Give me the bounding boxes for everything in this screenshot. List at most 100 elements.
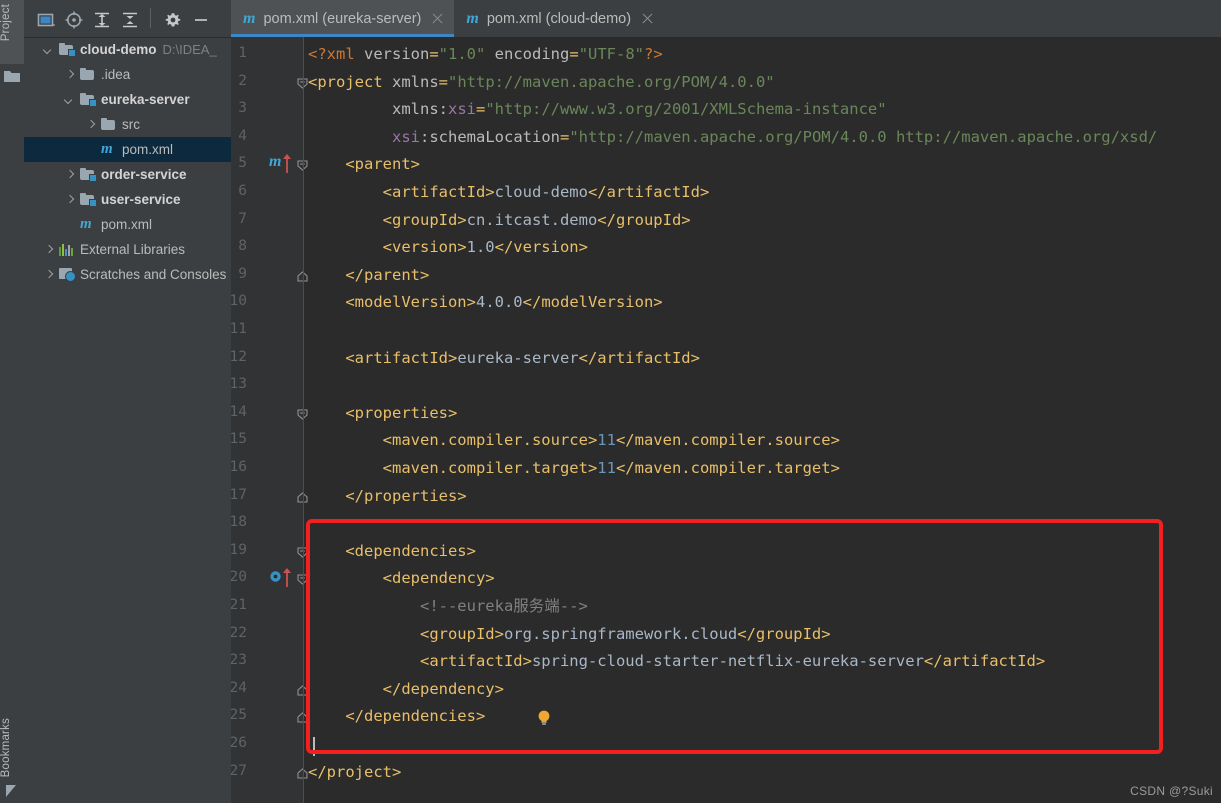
project-tool-window: cloud-demo D:\IDEA_ .idea eureka-server src m… — [24, 0, 231, 803]
code-token: <parent> — [308, 155, 420, 174]
hide-panel-icon[interactable] — [191, 10, 211, 30]
code-line[interactable]: </project> — [308, 763, 401, 781]
code-token: </parent> — [308, 265, 430, 284]
line-number: 5 — [238, 155, 247, 172]
code-line[interactable]: <groupId>cn.itcast.demo</groupId> — [308, 211, 691, 229]
code-line[interactable]: <properties> — [308, 404, 457, 422]
code-line[interactable]: <artifactId>spring-cloud-starter-netflix… — [308, 652, 1045, 670]
tree-item-src[interactable]: src — [24, 112, 231, 137]
editor-tab-2[interactable]: m pom.xml (cloud-demo) — [454, 0, 664, 37]
code-line[interactable]: <artifactId>cloud-demo</artifactId> — [308, 183, 710, 201]
tree-item-pom-xml[interactable]: m pom.xml — [24, 212, 231, 237]
chevron-right-icon[interactable] — [42, 268, 55, 281]
code-token: = — [475, 100, 486, 119]
chevron-right-icon[interactable] — [42, 243, 55, 256]
window-mode-icon[interactable] — [36, 10, 56, 30]
code-token: 11 — [597, 459, 616, 477]
code-viewport[interactable]: 1 2 3 4 5 6 7 8 9 10 11 12 13 14 15 16 17 18 19 20 21 22 23 24 2… — [231, 37, 1221, 803]
close-icon[interactable] — [431, 12, 444, 25]
code-line[interactable]: <version>1.0</version> — [308, 238, 588, 256]
tree-item-cloud-demo[interactable]: cloud-demo D:\IDEA_ — [24, 37, 231, 62]
line-number: 19 — [231, 541, 247, 558]
code-line[interactable]: </dependencies> — [308, 707, 485, 725]
tree-item-order-service[interactable]: order-service — [24, 162, 231, 187]
folder-icon — [79, 67, 96, 82]
code-token: <dependency> — [308, 569, 495, 588]
project-tree[interactable]: cloud-demo D:\IDEA_ .idea eureka-server src m… — [24, 37, 231, 803]
code-token: <artifactId> — [308, 348, 458, 367]
code-line[interactable]: </properties> — [308, 487, 466, 505]
expand-all-icon[interactable] — [92, 10, 112, 30]
code-token: <version> — [308, 238, 467, 257]
code-token: encoding — [485, 45, 570, 63]
code-line[interactable]: <maven.compiler.target>11</maven.compile… — [308, 459, 840, 477]
maven-pom-icon: m — [101, 141, 113, 157]
module-folder-icon — [79, 92, 97, 107]
code-text[interactable]: <?xml version="1.0" encoding="UTF-8"?> <p… — [304, 37, 1221, 803]
code-token: xsi — [392, 127, 420, 146]
tree-item-external-libraries[interactable]: External Libraries — [24, 237, 231, 262]
maven-pom-icon: m — [80, 216, 92, 232]
line-number: 1 — [238, 45, 247, 61]
tree-item-label: External Libraries — [80, 242, 186, 257]
code-line[interactable]: </parent> — [308, 266, 429, 284]
module-folder-icon — [58, 42, 76, 57]
code-token: <maven.compiler.target> — [308, 459, 598, 477]
editor-tab-1[interactable]: m pom.xml (eureka-server) — [231, 0, 455, 37]
code-line[interactable]: <maven.compiler.source>11</maven.compile… — [308, 431, 840, 449]
code-token: <dependencies> — [308, 541, 476, 560]
locate-target-icon[interactable] — [64, 10, 84, 30]
tree-item-idea[interactable]: .idea — [24, 62, 231, 87]
tool-window-tab-bookmarks[interactable]: Bookmarks — [0, 718, 24, 777]
chevron-right-icon[interactable] — [63, 168, 76, 181]
code-line[interactable]: <?xml version="1.0" encoding="UTF-8"?> — [308, 45, 663, 63]
code-token: </modelVersion> — [522, 293, 663, 312]
code-line[interactable]: xmlns:xsi="http://www.w3.org/2001/XMLSch… — [308, 100, 887, 118]
code-line[interactable]: <modelVersion>4.0.0</modelVersion> — [308, 293, 663, 312]
collapse-all-icon[interactable] — [120, 10, 140, 30]
code-token: xsi — [447, 100, 476, 119]
code-token: version — [354, 45, 430, 63]
code-line[interactable]: <artifactId>eureka-server</artifactId> — [308, 349, 700, 367]
chevron-right-icon[interactable] — [63, 68, 76, 81]
code-token: </project> — [308, 762, 402, 781]
code-token: xmlns: — [308, 100, 448, 119]
code-line[interactable]: <groupId>org.springframework.cloud</grou… — [308, 625, 831, 643]
code-token: = — [559, 127, 570, 146]
tool-window-strip: Project Bookmarks — [0, 0, 25, 803]
code-token: </dependencies> — [308, 707, 486, 726]
close-icon[interactable] — [641, 12, 654, 25]
bean-navigate-icon[interactable] — [269, 568, 295, 588]
tree-item-user-service[interactable]: user-service — [24, 187, 231, 212]
line-number: 20 — [231, 569, 247, 586]
code-line[interactable]: <parent> — [308, 155, 420, 173]
code-line[interactable]: <dependency> — [308, 569, 495, 587]
tree-item-scratches-and-consoles[interactable]: Scratches and Consoles — [24, 262, 231, 287]
tool-window-tab-project[interactable]: Project — [0, 4, 24, 41]
code-token: <maven.compiler.source> — [308, 431, 598, 450]
settings-gear-icon[interactable] — [163, 10, 183, 30]
chevron-right-icon[interactable] — [63, 193, 76, 206]
code-line[interactable]: </dependency> — [308, 680, 504, 698]
code-token: </dependency> — [308, 679, 504, 698]
tree-item-eureka-server[interactable]: eureka-server — [24, 87, 231, 112]
line-number: 21 — [231, 597, 247, 613]
tree-item-pom-xml[interactable]: m pom.xml — [24, 137, 231, 162]
code-line[interactable]: <!--eureka服务端--> — [308, 597, 588, 615]
intention-bulb-icon[interactable] — [536, 709, 552, 727]
code-token: <?xml — [308, 45, 355, 63]
chevron-down-icon[interactable] — [42, 43, 55, 56]
chevron-down-icon[interactable] — [63, 93, 76, 106]
maven-reimport-icon[interactable]: m — [269, 153, 295, 174]
code-line[interactable]: <project xmlns="http://maven.apache.org/… — [308, 73, 775, 91]
chevron-right-icon[interactable] — [84, 118, 97, 131]
editor-gutter[interactable]: 1 2 3 4 5 6 7 8 9 10 11 12 13 14 15 16 17 18 19 20 21 22 23 24 2… — [231, 37, 308, 803]
code-token: </artifactId> — [578, 348, 700, 367]
code-line[interactable]: <dependencies> — [308, 542, 476, 560]
code-line[interactable]: xsi:schemaLocation="http://maven.apache.… — [308, 128, 1157, 146]
tree-item-label: eureka-server — [101, 92, 190, 107]
code-token: = — [438, 72, 448, 91]
line-number: 17 — [231, 486, 247, 503]
